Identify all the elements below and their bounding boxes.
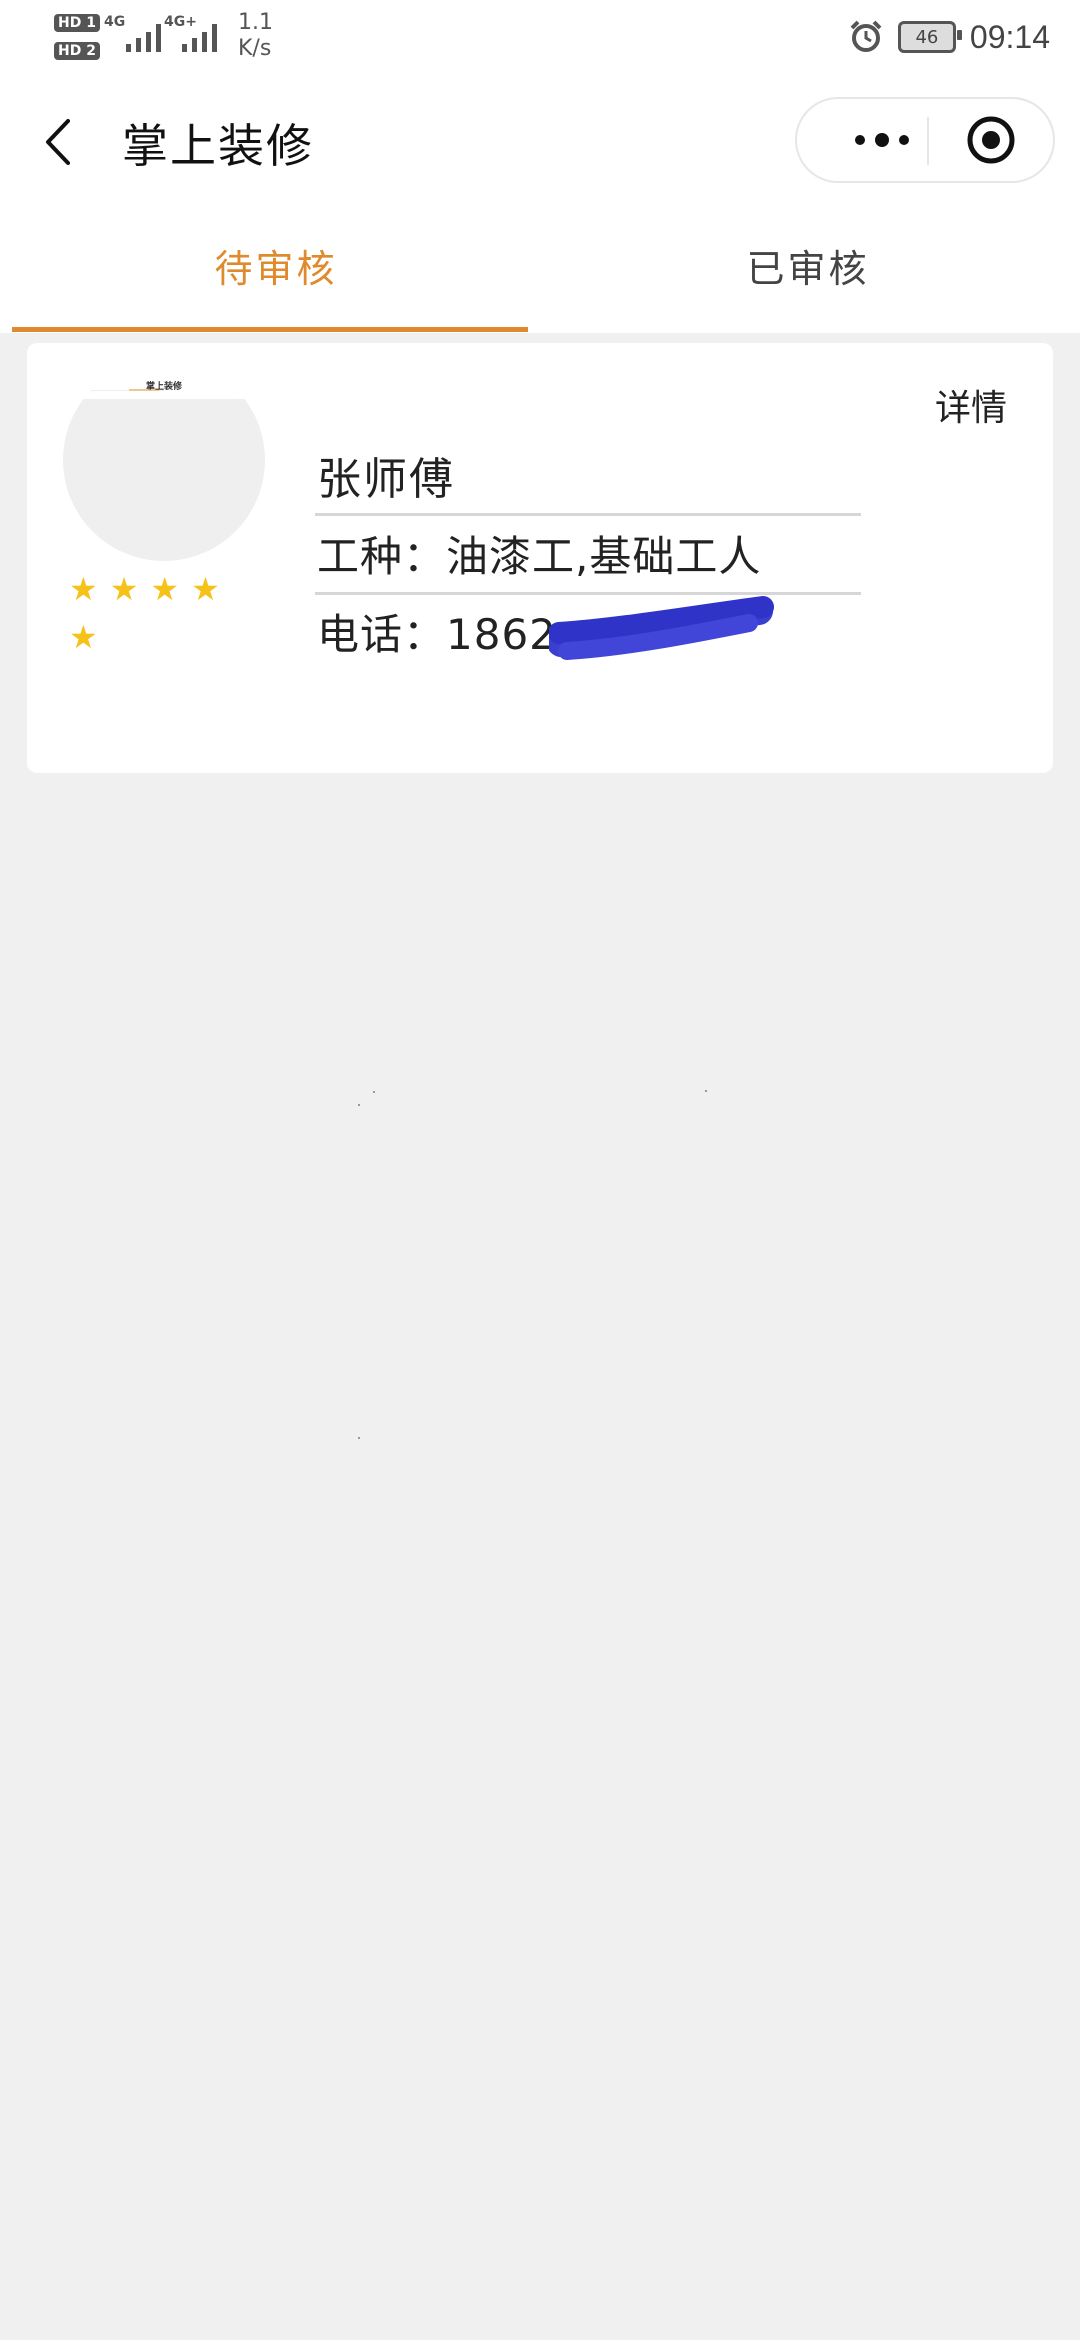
active-tab-indicator <box>12 327 528 332</box>
worker-phone: 电话：1862 <box>317 610 557 659</box>
tab-pending[interactable]: 待审核 <box>12 238 540 298</box>
back-button[interactable] <box>38 112 78 172</box>
clock: 09:14 <box>969 18 1050 55</box>
divider <box>315 513 861 516</box>
status-bar: HD 1 HD 2 4G 4G+ 1.1 K/s 46 09:14 <box>0 0 1080 72</box>
speed-value: 1.1 <box>238 10 273 35</box>
avatar-mini-tabs <box>79 389 164 391</box>
mini-program-capsule <box>795 97 1055 183</box>
network-speed: 1.1 K/s <box>238 10 273 62</box>
more-dots-icon <box>855 133 909 147</box>
back-arrow-icon <box>46 119 70 165</box>
speed-unit: K/s <box>238 36 272 61</box>
detail-link[interactable]: 详情 <box>935 379 1007 431</box>
hd1-badge: HD 1 <box>54 14 100 32</box>
speck <box>705 1090 707 1092</box>
tab-reviewed[interactable]: 已审核 <box>544 238 1072 298</box>
more-button[interactable] <box>837 99 927 181</box>
speck <box>373 1091 375 1093</box>
battery-icon: 46 <box>897 21 962 53</box>
phone-redaction-scribble <box>549 596 774 660</box>
target-icon <box>967 116 1015 164</box>
battery-level: 46 <box>915 26 939 48</box>
worker-card[interactable]: 掌上装修 ★★★★ ★ 详情 张师傅 工种：油漆工,基础工人 电话：1862 <box>27 343 1053 773</box>
rating-stars-row2: ★ <box>69 618 110 656</box>
status-right: 46 09:14 <box>848 12 1050 62</box>
avatar: 掌上装修 <box>63 359 265 561</box>
page-title: 掌上装修 <box>122 119 314 173</box>
rating-stars-row1: ★★★★ <box>69 570 232 608</box>
alarm-icon <box>850 20 882 52</box>
speck <box>358 1104 360 1106</box>
worker-trade: 工种：油漆工,基础工人 <box>317 532 762 581</box>
worker-name: 张师傅 <box>317 454 455 505</box>
close-button[interactable] <box>929 99 1053 181</box>
rating-stars: ★★★★ ★ <box>69 565 259 661</box>
speck <box>358 1437 360 1439</box>
hd2-badge: HD 2 <box>54 42 100 60</box>
signal-icon-2 <box>182 24 217 52</box>
